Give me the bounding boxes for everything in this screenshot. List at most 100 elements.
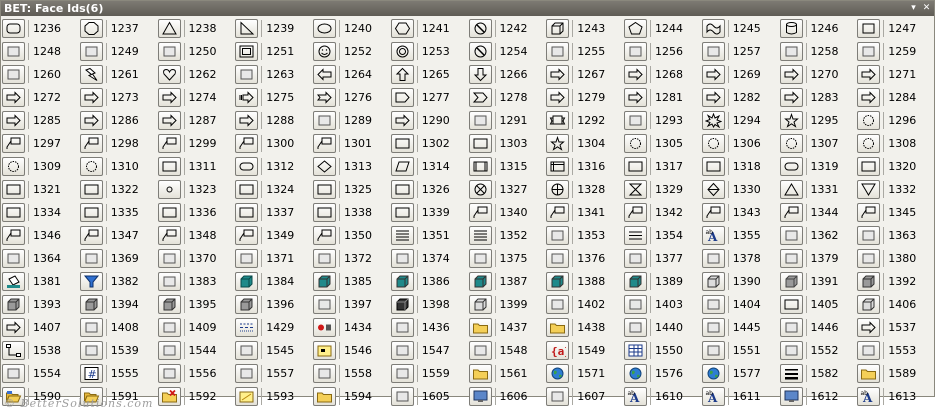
flowchart-multidoc-icon[interactable] <box>701 157 725 176</box>
wand-icon[interactable] <box>624 318 647 337</box>
close-icon[interactable]: ✕ <box>920 1 933 16</box>
flowchart-terminator-icon[interactable] <box>779 157 803 176</box>
flip-icon[interactable] <box>624 249 647 268</box>
cube-black-icon[interactable] <box>390 295 414 314</box>
flowchart-or-icon[interactable] <box>546 180 570 199</box>
flowchart-extract-icon[interactable] <box>779 180 803 199</box>
seal-icon[interactable] <box>857 111 881 130</box>
right-bracket-icon[interactable] <box>701 42 725 61</box>
pentagon-arrow-icon[interactable] <box>390 88 414 107</box>
globe-small-2-icon[interactable] <box>701 364 725 383</box>
text-a-icon[interactable]: Aab <box>624 387 647 406</box>
flowchart-direct-access-icon[interactable] <box>235 203 259 222</box>
flowchart-sort-icon[interactable] <box>701 180 725 199</box>
flowchart-delay-icon[interactable] <box>390 203 414 222</box>
left-brace-icon[interactable] <box>779 42 803 61</box>
cube-teal-6-icon[interactable] <box>624 272 647 291</box>
flowchart-predefined-icon[interactable] <box>468 157 492 176</box>
fill-bucket-icon[interactable] <box>2 272 25 291</box>
insert-item-icon[interactable] <box>779 226 803 245</box>
bent-up-arrow-icon[interactable] <box>857 65 881 84</box>
callout-line-4-icon[interactable] <box>235 134 259 153</box>
circular-arrow-icon[interactable] <box>857 88 881 107</box>
rotate-2-icon[interactable] <box>546 249 570 268</box>
cube-light-icon[interactable] <box>857 295 881 314</box>
rectangle-icon[interactable] <box>857 19 881 38</box>
rect-bevel-icon[interactable] <box>157 42 181 61</box>
pen-edit-icon[interactable] <box>390 387 414 406</box>
globe-search-icon[interactable] <box>546 364 570 383</box>
u-turn-arrow-icon[interactable] <box>79 88 103 107</box>
ellipse-icon[interactable] <box>313 19 336 38</box>
table-grid-icon[interactable] <box>624 341 647 360</box>
rounded-rectangle-icon[interactable] <box>2 19 25 38</box>
wave-icon[interactable] <box>701 19 725 38</box>
text-a-2-icon[interactable]: Aab <box>701 387 725 406</box>
callout-line-icon[interactable] <box>2 134 25 153</box>
flowchart-decision-icon[interactable] <box>313 157 336 176</box>
hexagon-icon[interactable] <box>390 19 414 38</box>
monitor-search-icon[interactable] <box>468 387 492 406</box>
frame-3d-icon[interactable] <box>624 295 647 314</box>
octagon-icon[interactable] <box>79 19 103 38</box>
up-down-arrow-icon[interactable] <box>624 65 647 84</box>
flowchart-collate-icon[interactable] <box>624 180 647 199</box>
cube-icon[interactable] <box>546 19 570 38</box>
text-box-ab-icon[interactable] <box>546 226 570 245</box>
callout-5-icon[interactable] <box>779 203 803 222</box>
callout-7-icon[interactable] <box>2 226 25 245</box>
quad-arrow-callout-icon[interactable] <box>390 111 414 130</box>
curved-left-arrow-icon[interactable] <box>624 88 647 107</box>
dashes-2-icon[interactable] <box>235 341 259 360</box>
thick-lines-icon[interactable] <box>779 364 803 383</box>
red-braces-icon[interactable]: {a} <box>546 341 570 360</box>
heart-icon[interactable] <box>157 65 181 84</box>
arc-line-icon[interactable] <box>2 65 25 84</box>
shape-arrows-icon[interactable] <box>2 318 25 337</box>
text-a-3-icon[interactable]: Aab <box>857 387 881 406</box>
doc-small-icon[interactable] <box>2 364 25 383</box>
curved-right-arrow-icon[interactable] <box>546 88 570 107</box>
curved-up-arrow-icon[interactable] <box>701 88 725 107</box>
lock-icon[interactable] <box>390 318 414 337</box>
callout-10-icon[interactable] <box>235 226 259 245</box>
fill-effects-icon[interactable] <box>157 318 181 337</box>
frame-bevel-icon[interactable] <box>235 65 259 84</box>
arc-icon[interactable] <box>546 42 570 61</box>
cube-wire-icon[interactable] <box>468 295 492 314</box>
flowchart-stored-data-icon[interactable] <box>2 203 25 222</box>
chevron-icon[interactable] <box>468 88 492 107</box>
rotate-icon[interactable] <box>468 249 492 268</box>
callout-4-icon[interactable] <box>701 203 725 222</box>
pages-icon[interactable] <box>468 341 492 360</box>
flowchart-connector-icon[interactable] <box>157 180 181 199</box>
flowchart-merge-icon[interactable] <box>857 180 881 199</box>
pencil-page-icon[interactable] <box>779 318 803 337</box>
hash-box-icon[interactable]: # <box>79 364 103 383</box>
note-yellow-icon[interactable] <box>313 341 336 360</box>
triangle-icon[interactable] <box>157 19 181 38</box>
star-5-icon[interactable] <box>546 134 570 153</box>
cloud-callout-icon[interactable] <box>624 134 647 153</box>
left-right-up-arrow-icon[interactable] <box>779 65 803 84</box>
left-right-callout-icon[interactable] <box>313 111 336 130</box>
smiley-icon[interactable] <box>313 42 336 61</box>
scroll-2-icon[interactable] <box>157 364 181 383</box>
bent-arrow-icon[interactable] <box>2 88 25 107</box>
teal-square-shape-icon[interactable] <box>546 295 570 314</box>
callout-6-icon[interactable] <box>857 203 881 222</box>
left-up-arrow-icon[interactable] <box>157 88 181 107</box>
fill-color-icon[interactable] <box>79 249 103 268</box>
callout-line-2-icon[interactable] <box>79 134 103 153</box>
flowchart-alt-icon[interactable] <box>468 134 492 153</box>
flowchart-card-icon[interactable] <box>313 180 336 199</box>
right-brace-icon[interactable] <box>857 42 881 61</box>
left-right-arrow-icon[interactable] <box>546 65 570 84</box>
flowchart-magnetic-disk-icon[interactable] <box>157 203 181 222</box>
flowchart-sequential-icon[interactable] <box>79 203 103 222</box>
lightning-icon[interactable] <box>79 65 103 84</box>
left-arrow-icon[interactable] <box>313 65 336 84</box>
callout-8-icon[interactable] <box>79 226 103 245</box>
flowchart-manual-input-icon[interactable] <box>2 180 25 199</box>
explosion-icon[interactable] <box>701 111 725 130</box>
